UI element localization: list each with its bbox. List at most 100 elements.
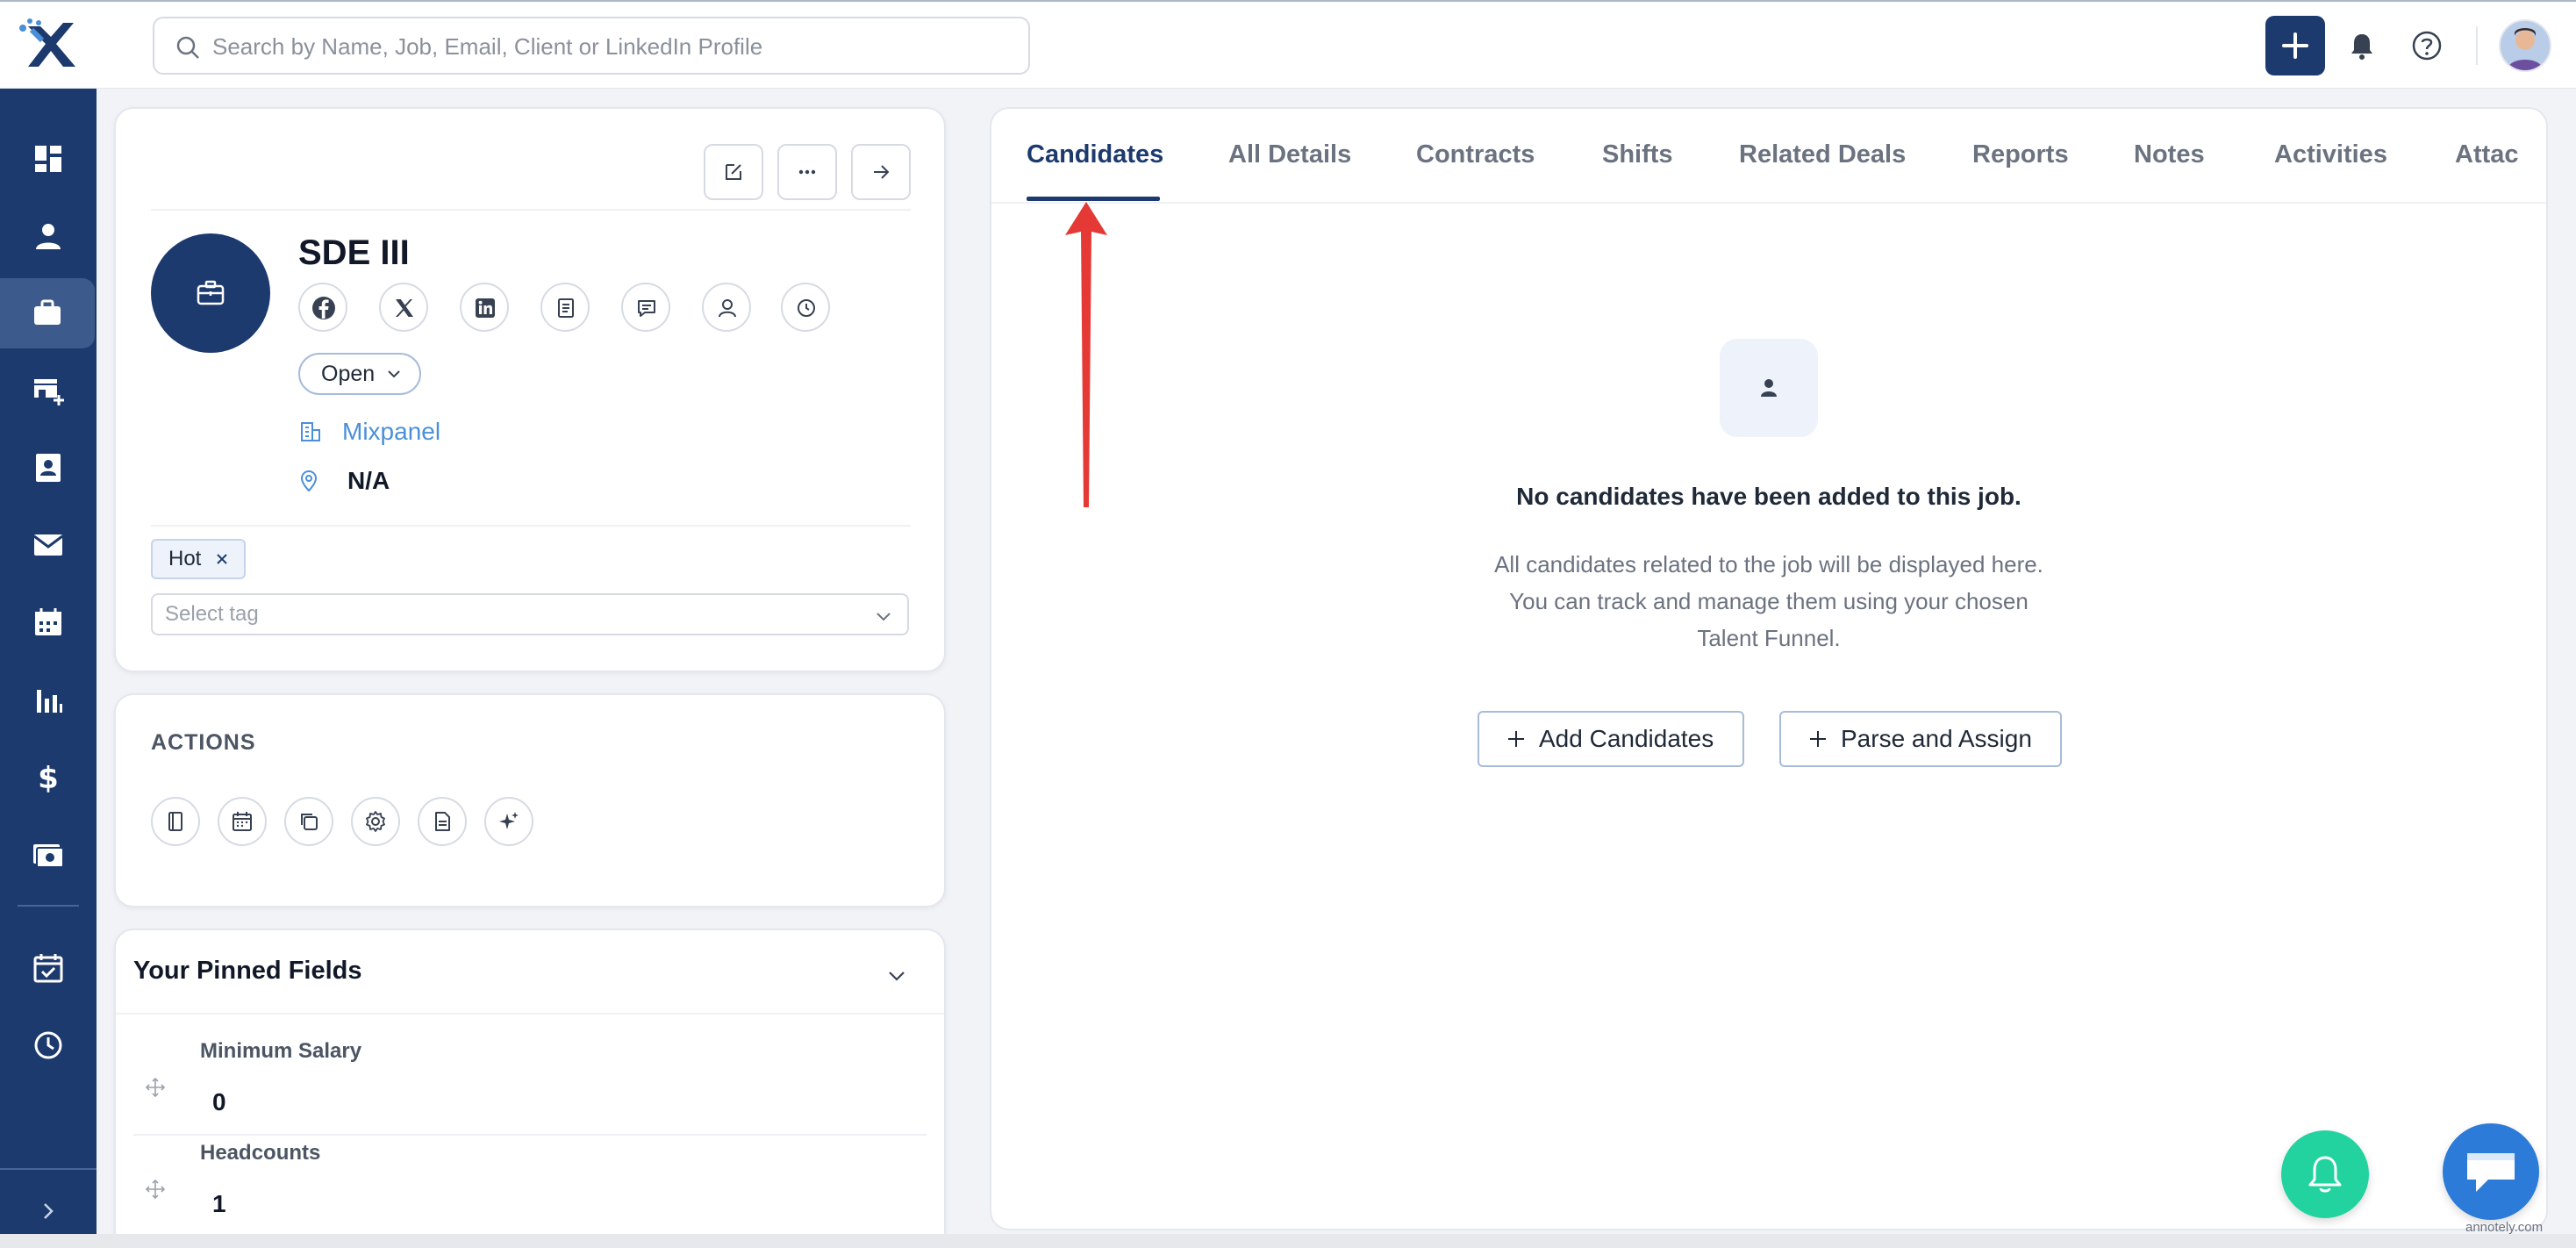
tab-notes[interactable]: Notes	[2134, 140, 2205, 169]
document-list-icon	[558, 298, 574, 318]
sidebar-bottom-divider	[0, 1168, 97, 1170]
chevron-down-icon	[877, 613, 891, 621]
drag-handle-icon[interactable]	[144, 1076, 167, 1099]
app-logo[interactable]	[16, 18, 79, 72]
tab-reports[interactable]: Reports	[1972, 140, 2069, 169]
company-name[interactable]: Mixpanel	[342, 418, 440, 446]
facebook-link[interactable]	[298, 283, 347, 332]
job-title: SDE III	[298, 233, 410, 272]
clock-icon	[34, 1031, 62, 1059]
bell-icon	[2308, 1156, 2342, 1193]
duplicate-action-button[interactable]	[284, 797, 333, 846]
tab-contracts[interactable]: Contracts	[1416, 140, 1535, 169]
job-avatar	[151, 233, 270, 353]
tab-candidates[interactable]: Candidates	[1027, 140, 1163, 169]
sidebar-item-email[interactable]	[0, 510, 97, 580]
tag-select-dropdown[interactable]: Select tag	[151, 593, 909, 635]
actions-title: ACTIONS	[151, 730, 256, 755]
parse-and-assign-button[interactable]: Parse and Assign	[1779, 711, 2062, 767]
person-icon	[36, 224, 61, 249]
facebook-icon	[312, 297, 335, 319]
more-options-button[interactable]	[777, 144, 837, 200]
settings-action-button[interactable]	[351, 797, 400, 846]
sidebar-item-candidates[interactable]	[0, 201, 97, 271]
add-candidates-label: Add Candidates	[1539, 725, 1714, 752]
search-input[interactable]	[212, 27, 1002, 66]
building-icon	[301, 422, 320, 441]
ai-action-button[interactable]	[484, 797, 533, 846]
global-search[interactable]	[153, 17, 1030, 75]
close-icon[interactable]	[215, 552, 229, 566]
job-detail-panel: Candidates All Details Contracts Shifts …	[990, 107, 2548, 1230]
notebook-action-button[interactable]	[151, 797, 200, 846]
empty-state-icon	[1720, 339, 1818, 437]
chat-support-fab[interactable]	[2443, 1123, 2539, 1220]
notification-bell-icon[interactable]	[2346, 30, 2378, 61]
schedule-action-button[interactable]	[218, 797, 267, 846]
sidebar-item-jobs[interactable]	[0, 278, 95, 348]
clock-outline-icon	[798, 299, 815, 317]
linkedin-link[interactable]	[460, 283, 509, 332]
owner-link[interactable]	[702, 283, 751, 332]
drag-handle-icon[interactable]	[144, 1178, 167, 1201]
tab-activities[interactable]: Activities	[2274, 140, 2387, 169]
sidebar-item-history[interactable]	[0, 1010, 97, 1080]
window-bottom-bar	[0, 1234, 2576, 1248]
tags-divider	[151, 525, 911, 527]
x-twitter-link[interactable]	[379, 283, 428, 332]
open-next-button[interactable]	[851, 144, 911, 200]
chevron-down-icon	[388, 370, 400, 378]
briefcase-icon	[34, 299, 61, 325]
field-value-headcounts: 1	[212, 1190, 226, 1217]
help-icon[interactable]	[2411, 30, 2443, 61]
actions-card: ACTIONS	[114, 693, 946, 907]
job-status-label: Open	[321, 361, 376, 386]
sidebar-item-calendar[interactable]	[0, 587, 97, 657]
company-link[interactable]: Mixpanel	[298, 414, 440, 449]
edit-button[interactable]	[704, 144, 763, 200]
history-link[interactable]	[781, 283, 830, 332]
sidebar-item-dashboard[interactable]	[0, 124, 97, 194]
pinned-header-divider	[116, 1013, 944, 1015]
add-candidates-button[interactable]: Add Candidates	[1478, 711, 1744, 767]
job-summary-card: SDE III Open Mixpanel N/A Hot Select tag	[114, 107, 946, 672]
user-avatar[interactable]	[2499, 19, 2551, 72]
tag-chip[interactable]: Hot	[151, 539, 246, 579]
quick-add-button[interactable]	[2265, 16, 2325, 75]
job-description-link[interactable]	[540, 283, 590, 332]
edit-icon	[726, 164, 741, 180]
field-label-headcounts: Headcounts	[200, 1141, 321, 1165]
tab-related-deals[interactable]: Related Deals	[1739, 140, 1906, 169]
location-pin-icon	[300, 470, 318, 492]
pinned-fields-card: Your Pinned Fields Minimum Salary 0 Head…	[114, 929, 946, 1248]
tab-all-details[interactable]: All Details	[1228, 140, 1351, 169]
empty-state-description: All candidates related to the job will b…	[1462, 546, 2076, 656]
field-label-minimum-salary: Minimum Salary	[200, 1039, 362, 1063]
dashboard-icon	[35, 146, 61, 172]
document-action-button[interactable]	[418, 797, 467, 846]
bar-chart-icon	[37, 690, 62, 713]
plus-icon	[1508, 731, 1524, 747]
tab-shifts[interactable]: Shifts	[1602, 140, 1673, 169]
job-status-dropdown[interactable]: Open	[298, 353, 421, 395]
sidebar-expand-chevron-icon[interactable]	[33, 1196, 63, 1226]
search-icon	[175, 35, 200, 60]
sidebar-item-reports[interactable]	[0, 664, 97, 735]
tab-attachments[interactable]: Attac	[2455, 140, 2519, 169]
collapse-chevron-icon[interactable]	[884, 964, 909, 988]
top-bar	[0, 0, 2576, 89]
notifications-fab[interactable]	[2281, 1130, 2369, 1218]
payment-icon	[33, 844, 64, 868]
sidebar-separator	[18, 905, 79, 907]
sidebar-item-contacts[interactable]	[0, 433, 97, 503]
building-briefcase-icon	[197, 280, 225, 305]
sparkle-icon	[499, 812, 519, 829]
sidebar-item-payments[interactable]	[0, 819, 97, 889]
sidebar-item-tasks[interactable]	[0, 933, 97, 1003]
field-value-minimum-salary: 0	[212, 1088, 226, 1115]
arrow-right-icon	[874, 165, 890, 179]
sidebar-item-clients[interactable]	[0, 355, 97, 426]
topbar-divider	[2476, 26, 2478, 65]
sidebar-item-billing[interactable]: $	[0, 742, 97, 812]
message-link[interactable]	[621, 283, 670, 332]
